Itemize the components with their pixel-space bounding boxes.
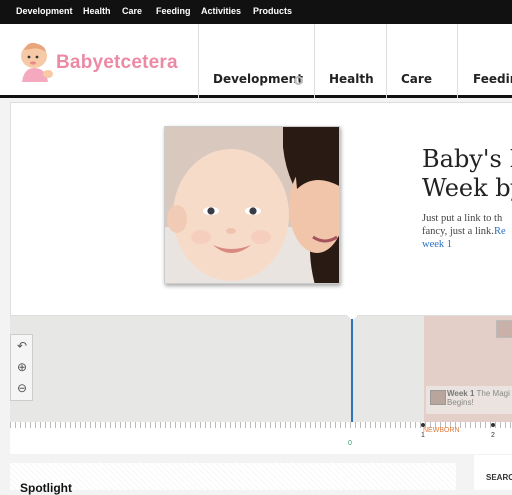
zoom-out-icon[interactable]: ⊖ [15,381,29,395]
hero-title: Baby's L Week by [422,145,512,203]
nav-development[interactable]: Development [198,24,314,98]
hero-week-link[interactable]: week 1 [422,238,506,251]
logo-wordmark: Babyetcetera [56,52,178,73]
hero-photo[interactable] [164,126,340,284]
topnav-products[interactable]: Products [253,6,292,16]
ruler-dot [491,423,495,427]
top-nav-bar: Development Health Care Feeding Activiti… [0,0,512,24]
logo[interactable]: Babyetcetera [18,38,188,88]
spotlight-title: Spotlight [20,481,72,495]
nav-care[interactable]: Care [386,24,457,98]
sidebar-search: SEARC [474,455,512,490]
hero-title-line1: Baby's L [422,145,512,173]
ruler-label-newborn: NEWBORN [423,427,460,434]
event-title[interactable]: Week 1 The Magi Begins! [447,389,510,407]
topnav-feeding[interactable]: Feeding [156,6,191,16]
topnav-activities[interactable]: Activities [201,6,241,16]
search-label: SEARC [486,473,512,482]
event-title-rest: The Magi [474,389,510,398]
hero-text-line1: Just put a link to th [422,213,503,224]
baby-logo-icon [21,42,53,82]
nav-development-label: Development [213,72,303,86]
ruler-label-2: 2 [491,432,495,439]
hero-text-line2-prefix: fancy, just a link. [422,226,494,237]
zoom-in-icon[interactable]: ⊕ [15,360,29,374]
spotlight-section: Spotlight [10,463,456,495]
hero-panel: Baby's L Week by Just put a link to th f… [10,102,512,316]
nav-care-label: Care [401,72,432,86]
gear-icon [294,76,303,85]
site-header: Babyetcetera Development Health Care Fee… [0,24,512,98]
marker-label: 0 [348,440,352,447]
hero-description: Just put a link to th fancy, just a link… [422,212,506,251]
hero-read-link[interactable]: Re [494,226,506,237]
event-title-line2: Begins! [447,398,474,407]
back-icon[interactable]: ↶ [15,339,29,353]
nav-feeding[interactable]: Feeding [457,24,512,98]
mother-baby-photo [165,127,339,283]
nav-health[interactable]: Health [314,24,386,98]
topnav-health[interactable]: Health [83,6,111,16]
timeline-current-marker[interactable] [351,319,353,422]
event-thumbnail[interactable] [430,390,446,405]
event-thumbnail-top[interactable] [496,320,512,338]
event-title-bold: Week 1 [447,389,475,398]
hero-title-line2: Week by [422,174,512,202]
topnav-development[interactable]: Development [16,6,73,16]
timeline-ruler[interactable]: 0 1 NEWBORN 2 [10,422,512,454]
topnav-care[interactable]: Care [122,6,142,16]
hero-text-line2: fancy, just a link.Re [422,225,506,238]
zoom-controls: ↶ ⊕ ⊖ [10,334,33,401]
timeline[interactable]: ↶ ⊕ ⊖ Week 1 The Magi Begins! [10,309,512,422]
nav-health-label: Health [329,72,374,86]
nav-feeding-label: Feeding [473,72,512,86]
